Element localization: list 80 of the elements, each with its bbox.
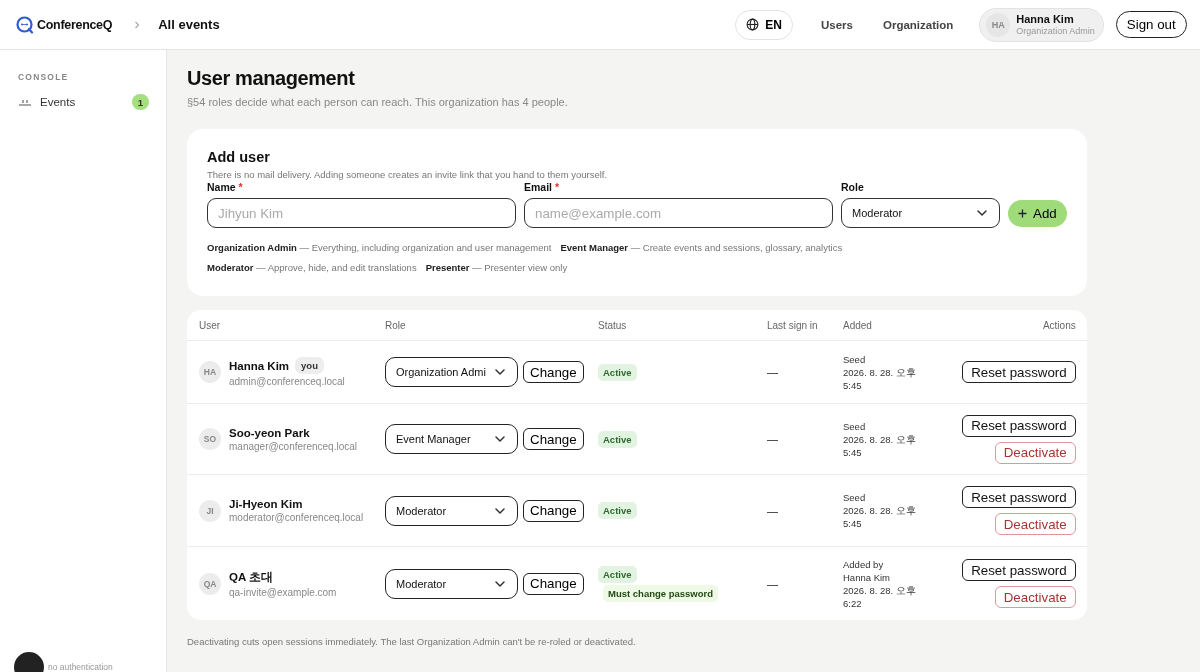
input-field[interactable]: Jihyun Kim (207, 198, 516, 228)
role-description: Moderator — Approve, hide, and edit translations (207, 261, 417, 275)
card-note: There is no mail delivery. Adding someone creates an invite link that you hand to them yourself. (207, 169, 609, 180)
table-cell-text: — (767, 504, 779, 517)
user-avatar: SO (199, 428, 221, 450)
footnote: Deactivating cuts open sessions immediately. The last Organization Admin can't be re-roled or deactivated. (187, 636, 637, 647)
logo-icon (16, 15, 34, 34)
breadcrumb-link[interactable]: All events (158, 17, 220, 32)
change-button[interactable]: Change (523, 361, 584, 383)
logo-text: ConferenceQ (37, 17, 113, 32)
user-name: Hanna Kim (229, 359, 290, 372)
nav-link[interactable]: Organization (872, 18, 964, 31)
role-select[interactable]: Moderator (841, 198, 1000, 228)
added-info: Seed 2026. 8. 28. 오후 5:45 (843, 491, 917, 530)
user-avatar: HA (986, 12, 1011, 37)
deactivate-button[interactable]: Deactivate (994, 441, 1076, 464)
added-info: Seed 2026. 8. 28. 오후 5:45 (843, 419, 917, 459)
role-description: Organization Admin — Everything, including organization and user management (207, 241, 552, 255)
user-email: qa-invite@example.com (229, 586, 337, 598)
user-name: QA 초대 (229, 569, 274, 585)
field-label: Name * (207, 181, 244, 193)
role-select[interactable]: Event Manager (385, 424, 518, 454)
user-avatar: JI (199, 499, 221, 522)
column-header: Role (385, 319, 407, 331)
deactivate-button[interactable]: Deactivate (994, 513, 1076, 535)
role-description: Presenter — Presenter view only (425, 261, 568, 275)
user-email: manager@conferenceq.local (229, 440, 357, 452)
you-badge: you (295, 357, 324, 374)
column-header: Actions (1041, 319, 1076, 331)
reset-password-button[interactable]: Reset password (962, 559, 1076, 581)
user-email: admin@conferenceq.local (229, 376, 345, 387)
reset-password-button[interactable]: Reset password (962, 414, 1076, 437)
role-select[interactable]: Moderator (385, 568, 518, 599)
added-info: Seed 2026. 8. 28. 오후 5:45 (843, 352, 917, 392)
field-label: Role (841, 181, 865, 193)
deactivate-button[interactable]: Deactivate (994, 586, 1076, 608)
plus-icon (1018, 209, 1027, 218)
user-email: moderator@conferenceq.local (229, 512, 364, 523)
globe-icon (746, 18, 760, 31)
user-avatar: QA (199, 572, 221, 595)
page-title: User management (187, 67, 356, 90)
column-header: Status (598, 319, 628, 331)
input-field[interactable]: name@example.com (524, 198, 833, 228)
language-button[interactable]: EN (735, 9, 793, 40)
column-header: User (199, 319, 222, 331)
change-button[interactable]: Change (523, 572, 584, 595)
user-avatar: HA (199, 361, 221, 383)
added-info: Added by Hanna Kim 2026. 8. 28. 오후 6:22 (843, 557, 917, 610)
reset-password-button[interactable]: Reset password (962, 486, 1076, 508)
status-badge: Active (598, 430, 637, 448)
status-badge: Active (598, 502, 637, 519)
sign-out-button[interactable]: Sign out (1115, 11, 1187, 38)
role-select[interactable]: Moderator (385, 495, 518, 526)
change-button[interactable]: Change (523, 499, 584, 522)
section-label: CONSOLE (18, 72, 70, 82)
column-header: Last sign in (767, 319, 819, 331)
page-subtitle: §54 roles decide what each person can reach. This organization has 4 people. (187, 96, 569, 108)
auth-status: no authentication (48, 662, 113, 672)
table-cell-text: — (767, 577, 779, 590)
table-cell-text: — (767, 433, 779, 445)
user-name: Ji-Hyeon Kim (229, 498, 303, 510)
reset-password-button[interactable]: Reset password (962, 361, 1076, 383)
status-badge: Active (598, 363, 637, 381)
card-title: Add user (207, 149, 271, 165)
status-badge: Active (598, 565, 637, 583)
user-role: Organization Admin (1016, 26, 1095, 36)
role-description: Event Manager — Create events and sessions, glossary, analytics (560, 241, 843, 255)
count-badge: 1 (132, 94, 149, 110)
user-name: Hanna Kim (1016, 13, 1075, 25)
change-button[interactable]: Change (523, 428, 584, 450)
field-label: Email * (524, 181, 561, 193)
sidebar-item[interactable]: Events 1 (18, 92, 149, 112)
column-header: Added (843, 319, 873, 331)
nav-link[interactable]: Users (811, 18, 863, 31)
status-badge: Must change password (603, 584, 719, 602)
user-name: Soo-yeon Park (229, 426, 310, 439)
role-select[interactable]: Organization Admi (385, 357, 518, 387)
add-button[interactable]: Add (1008, 200, 1067, 227)
table-cell-text: — (767, 366, 779, 378)
user-chip[interactable]: HA Hanna Kim Organization Admin (979, 7, 1104, 42)
